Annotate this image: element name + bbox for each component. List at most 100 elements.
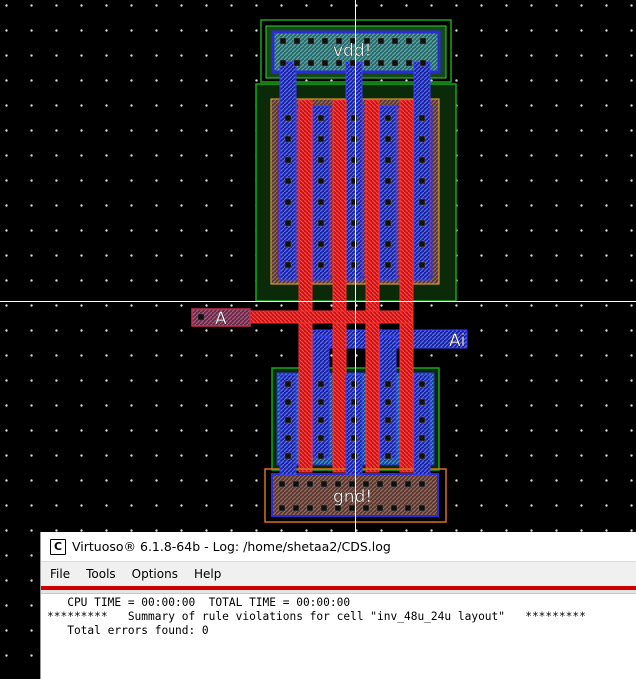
contact-cut xyxy=(317,240,325,248)
contact-cut xyxy=(377,37,385,45)
contact-cut xyxy=(284,135,292,143)
contact-cut xyxy=(284,240,292,248)
contact-cut xyxy=(350,219,358,227)
contact-cut xyxy=(317,135,325,143)
contact-cut xyxy=(377,59,385,67)
contact-cut xyxy=(418,480,426,488)
contact-cut xyxy=(320,480,328,488)
contact-cut xyxy=(405,59,413,67)
menu-tools[interactable]: Tools xyxy=(77,567,123,581)
contact-cut xyxy=(418,135,426,143)
contact-cut xyxy=(384,156,392,164)
contact-cut xyxy=(419,59,427,67)
output-pin-label: Ai xyxy=(449,331,465,351)
contact-cut xyxy=(391,37,399,45)
contact-cut xyxy=(284,261,292,269)
contact-cut xyxy=(350,434,358,442)
contact-cut xyxy=(384,398,392,406)
contact-cut xyxy=(418,434,426,442)
contact-cut xyxy=(317,434,325,442)
contact-cut xyxy=(391,59,399,67)
contact-cut xyxy=(419,37,427,45)
contact-cut xyxy=(404,480,412,488)
log-line-summary: ********* Summary of rule violations for… xyxy=(47,610,586,623)
gnd-label: gnd! xyxy=(333,487,372,507)
contact-cut xyxy=(307,59,315,67)
contact-cut xyxy=(284,452,292,460)
contact-cut xyxy=(317,114,325,122)
contact-cut xyxy=(384,198,392,206)
contact-cut xyxy=(292,480,300,488)
window-title: Virtuoso® 6.1.8-64b - Log: /home/shetaa2… xyxy=(72,539,391,554)
contact-cut xyxy=(350,177,358,185)
virtuoso-app-icon: C xyxy=(50,538,66,555)
contact-cut xyxy=(418,416,426,424)
contact-cut xyxy=(384,416,392,424)
contact-cut xyxy=(418,261,426,269)
contact-cut xyxy=(279,59,287,67)
contact-cut xyxy=(284,416,292,424)
contact-cut xyxy=(418,156,426,164)
contact-cut xyxy=(317,398,325,406)
contact-cut xyxy=(384,240,392,248)
contact-cut xyxy=(418,114,426,122)
contact-cut xyxy=(284,434,292,442)
input-pin-label: A xyxy=(215,309,227,329)
contact-cut xyxy=(317,416,325,424)
contact-cut xyxy=(350,416,358,424)
contact-cut xyxy=(418,504,426,512)
log-titlebar[interactable]: C Virtuoso® 6.1.8-64b - Log: /home/sheta… xyxy=(41,532,636,561)
contact-cut xyxy=(317,156,325,164)
contact-cut xyxy=(292,504,300,512)
contact-cut xyxy=(306,480,314,488)
contact-cut xyxy=(284,114,292,122)
contact-cut xyxy=(307,37,315,45)
contact-cut xyxy=(317,177,325,185)
contact-cut xyxy=(350,452,358,460)
contact-cut xyxy=(317,198,325,206)
menu-options[interactable]: Options xyxy=(123,567,185,581)
log-window[interactable]: C Virtuoso® 6.1.8-64b - Log: /home/sheta… xyxy=(40,532,636,679)
contact-cut xyxy=(317,452,325,460)
contact-cut xyxy=(384,135,392,143)
contact-cut xyxy=(317,261,325,269)
contact-cut xyxy=(384,380,392,388)
contact-cut xyxy=(376,480,384,488)
contact-cut xyxy=(293,59,301,67)
contact-cut xyxy=(418,177,426,185)
contact-cut xyxy=(384,434,392,442)
contact-cut xyxy=(384,219,392,227)
contact-cut xyxy=(284,177,292,185)
contact-cut xyxy=(284,219,292,227)
contact-cut xyxy=(405,37,413,45)
contact-cut xyxy=(404,504,412,512)
contact-cut xyxy=(350,261,358,269)
contact-cut xyxy=(350,114,358,122)
log-output[interactable]: CPU TIME = 00:00:00 TOTAL TIME = 00:00:0… xyxy=(41,594,636,638)
contact-cut xyxy=(320,504,328,512)
menu-help[interactable]: Help xyxy=(185,567,228,581)
menu-file[interactable]: File xyxy=(41,567,77,581)
vdd-label: vdd! xyxy=(333,41,371,61)
contact-cut xyxy=(279,37,287,45)
contact-cut xyxy=(350,156,358,164)
contact-cut xyxy=(293,37,301,45)
contact-cut xyxy=(350,398,358,406)
contact-cut xyxy=(317,219,325,227)
contact-cut xyxy=(284,398,292,406)
contact-cut xyxy=(278,480,286,488)
contact-cut xyxy=(390,504,398,512)
log-line-total-errors: Total errors found: 0 xyxy=(47,624,209,637)
contact-cut xyxy=(418,240,426,248)
contact-cut xyxy=(418,398,426,406)
contact-cut xyxy=(390,480,398,488)
contact-cut xyxy=(384,177,392,185)
contact-cut xyxy=(350,198,358,206)
contact-cut xyxy=(350,240,358,248)
contact-cut xyxy=(350,135,358,143)
contact-cut xyxy=(418,219,426,227)
contact-cut xyxy=(418,198,426,206)
contact-cut xyxy=(418,380,426,388)
contact-cut xyxy=(278,504,286,512)
contact-cut xyxy=(384,452,392,460)
